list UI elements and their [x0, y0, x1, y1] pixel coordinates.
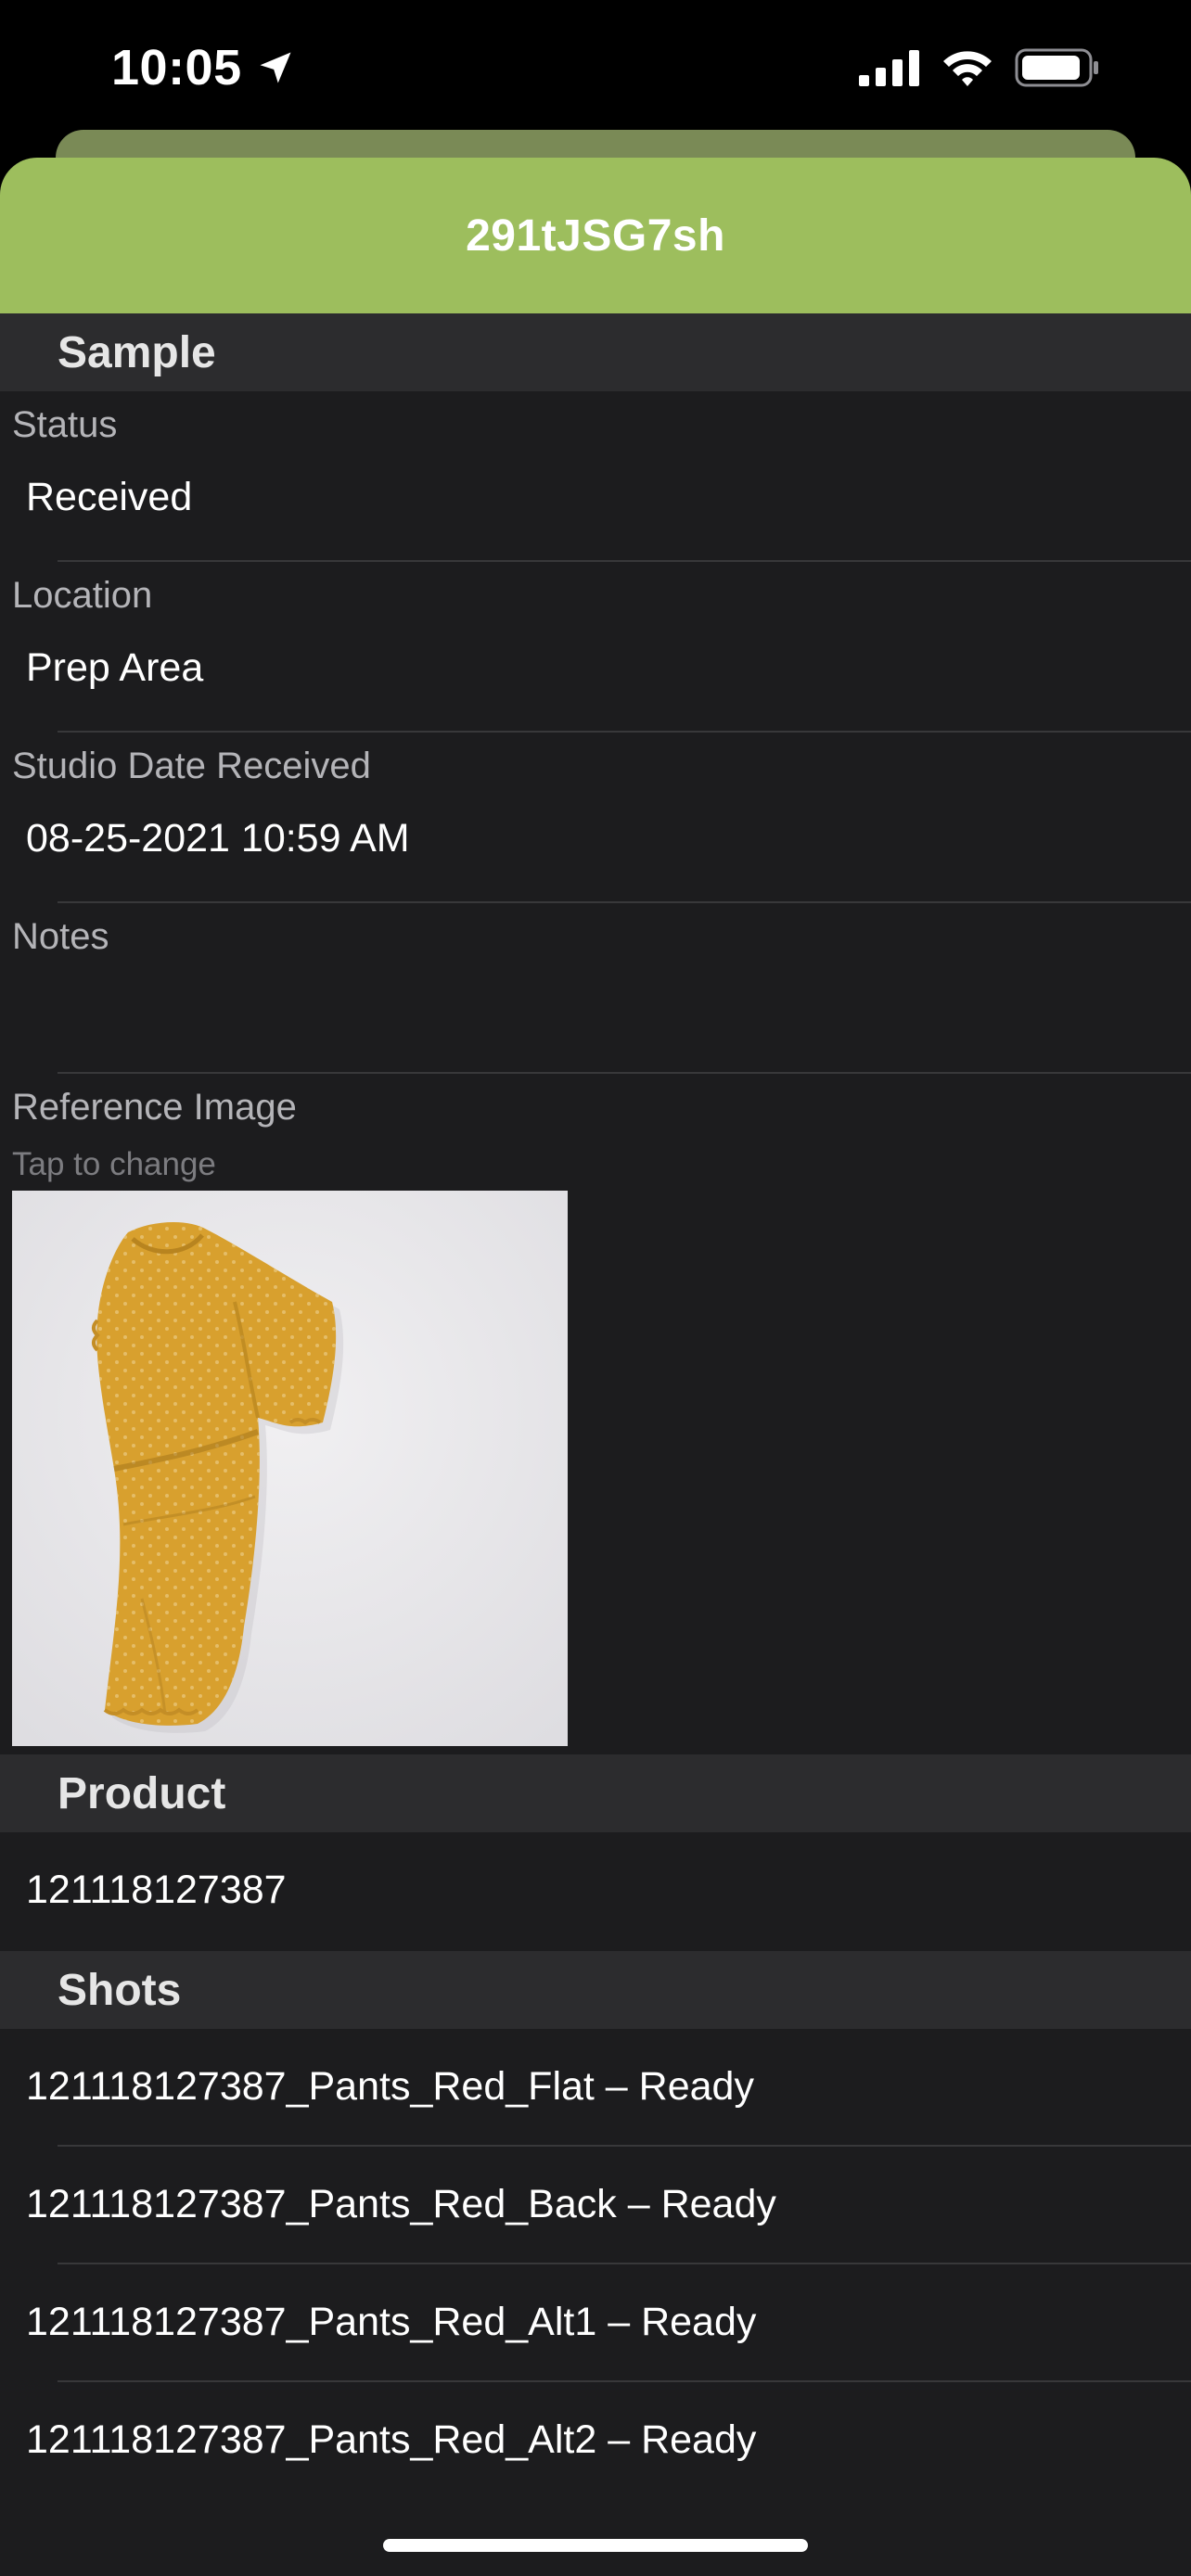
- studio-date-received-field[interactable]: Studio Date Received 08-25-2021 10:59 AM: [0, 733, 1191, 903]
- location-field[interactable]: Location Prep Area: [0, 562, 1191, 733]
- section-header-product: Product: [0, 1754, 1191, 1832]
- studio-date-received-label: Studio Date Received: [12, 746, 371, 786]
- shot-label: 121118127387_Pants_Red_Alt1 – Ready: [26, 2300, 757, 2344]
- product-row[interactable]: 121118127387: [0, 1832, 1191, 1951]
- shot-row[interactable]: 121118127387_Pants_Red_Alt2 – Ready: [0, 2382, 1191, 2500]
- location-label: Location: [12, 575, 153, 616]
- sheet-title: 291tJSG7sh: [466, 210, 725, 261]
- sheet-header[interactable]: 291tJSG7sh: [0, 158, 1191, 313]
- status-bar: 10:05: [0, 0, 1191, 139]
- status-icons: [859, 48, 1100, 87]
- section-header-shots: Shots: [0, 1951, 1191, 2029]
- location-arrow-icon: [260, 52, 291, 83]
- status-field[interactable]: Status Received: [0, 391, 1191, 562]
- product-id: 121118127387: [26, 1868, 287, 1912]
- notes-field[interactable]: Notes: [0, 903, 1191, 1074]
- wifi-icon: [943, 51, 992, 86]
- shot-row[interactable]: 121118127387_Pants_Red_Alt1 – Ready: [0, 2264, 1191, 2382]
- reference-image-field: Reference Image Tap to change: [0, 1074, 1191, 1754]
- reference-image-label: Reference Image: [12, 1087, 297, 1128]
- status-time: 10:05: [111, 40, 242, 96]
- shot-label: 121118127387_Pants_Red_Alt2 – Ready: [26, 2417, 757, 2462]
- status-value: Received: [26, 475, 193, 519]
- studio-date-received-value: 08-25-2021 10:59 AM: [26, 816, 410, 861]
- status-label: Status: [12, 404, 118, 445]
- home-indicator[interactable]: [383, 2539, 808, 2552]
- location-value: Prep Area: [26, 645, 204, 690]
- tap-to-change-hint: Tap to change: [12, 1146, 216, 1182]
- cellular-signal-icon: [859, 50, 919, 86]
- shot-label: 121118127387_Pants_Red_Flat – Ready: [26, 2064, 754, 2109]
- notes-label: Notes: [12, 916, 109, 957]
- battery-icon: [1015, 48, 1098, 87]
- reference-image[interactable]: [12, 1191, 568, 1746]
- section-header-sample: Sample: [0, 313, 1191, 391]
- shot-label: 121118127387_Pants_Red_Back – Ready: [26, 2182, 776, 2226]
- sample-detail-sheet: 291tJSG7sh Sample Status Received Locati…: [0, 158, 1191, 2576]
- dress-photo: [12, 1191, 568, 1746]
- shot-row[interactable]: 121118127387_Pants_Red_Flat – Ready: [0, 2029, 1191, 2147]
- shot-row[interactable]: 121118127387_Pants_Red_Back – Ready: [0, 2147, 1191, 2264]
- screen: 10:05 291tJSG7sh Sample Status Received …: [0, 0, 1191, 2576]
- time-group: 10:05: [111, 39, 296, 96]
